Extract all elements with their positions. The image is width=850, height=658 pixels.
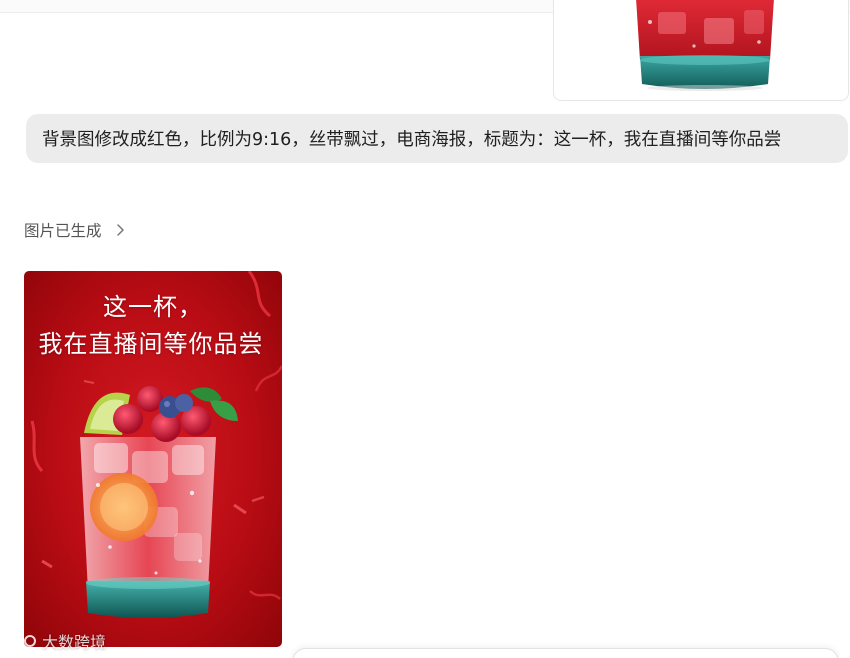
watermark-text: 大数跨境 bbox=[42, 633, 107, 652]
image-generated-status-link[interactable]: 图片已生成 bbox=[24, 219, 128, 241]
chat-input-box[interactable] bbox=[292, 648, 839, 658]
poster-title-line1: 这一杯， bbox=[103, 293, 203, 321]
drink-glass-image bbox=[636, 0, 774, 91]
watermark: 大数跨境 bbox=[6, 629, 106, 653]
uploaded-reference-image[interactable] bbox=[553, 0, 849, 101]
user-message-text: 背景图修改成红色，比例为9:16，丝带飘过，电商海报，标题为：这一杯，我在直播间… bbox=[42, 130, 782, 150]
watermark-logo-icon bbox=[8, 635, 36, 647]
chat-page: 背景图修改成红色，比例为9:16，丝带飘过，电商海报，标题为：这一杯，我在直播间… bbox=[0, 0, 850, 658]
chevron-right-icon bbox=[116, 224, 124, 236]
user-message-bubble: 背景图修改成红色，比例为9:16，丝带飘过，电商海报，标题为：这一杯，我在直播间… bbox=[26, 114, 848, 163]
poster-title-line2: 我在直播间等你品尝 bbox=[38, 330, 264, 358]
generated-poster-image[interactable]: 这一杯， 我在直播间等你品尝 bbox=[24, 271, 282, 647]
image-generated-label: 图片已生成 bbox=[24, 222, 102, 240]
